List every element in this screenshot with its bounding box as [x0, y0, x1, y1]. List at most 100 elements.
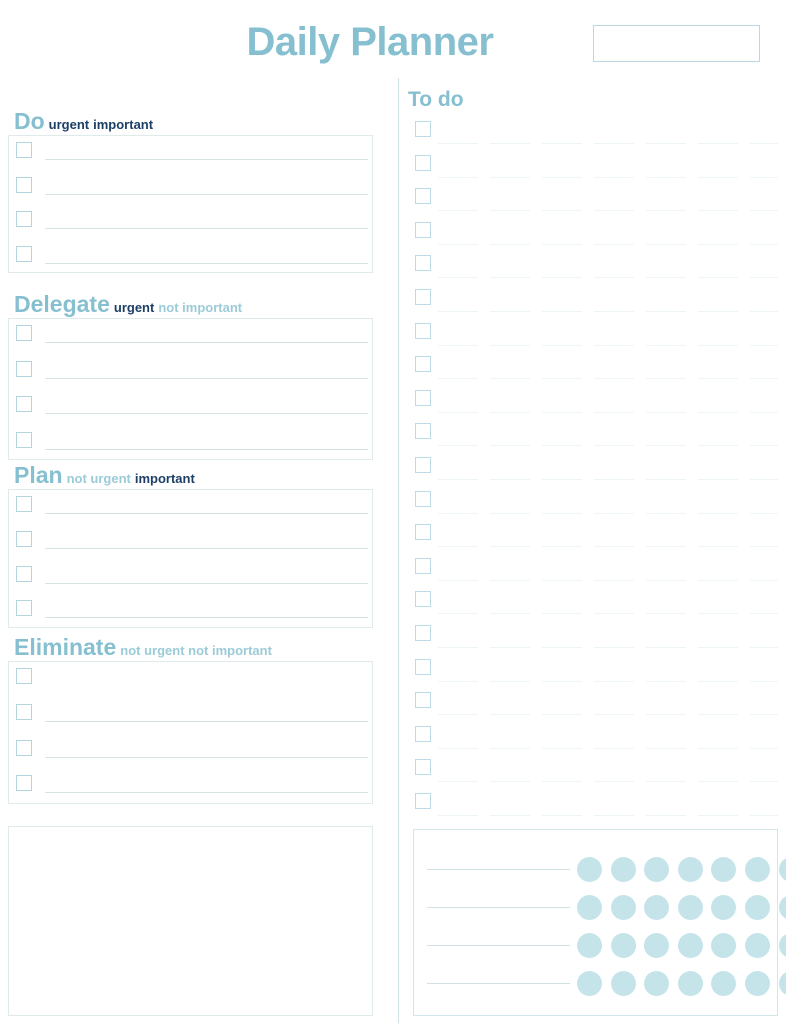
todo-writing-line[interactable]	[438, 512, 778, 514]
checkbox-icon[interactable]	[16, 176, 32, 193]
checkbox-icon[interactable]	[415, 759, 431, 776]
todo-writing-line[interactable]	[438, 277, 778, 279]
tracker-dot[interactable]	[711, 856, 737, 882]
tracker-dot[interactable]	[610, 970, 636, 996]
checkbox-icon[interactable]	[415, 255, 431, 272]
checkbox-icon[interactable]	[415, 188, 431, 205]
notes-box[interactable]	[8, 826, 373, 1016]
checkbox-icon[interactable]	[415, 121, 431, 137]
task-writing-line[interactable]	[45, 720, 368, 722]
checkbox-icon[interactable]	[16, 325, 32, 341]
tracker-dot[interactable]	[744, 894, 770, 920]
checkbox-icon[interactable]	[415, 692, 431, 709]
task-writing-line[interactable]	[45, 228, 368, 229]
tracker-dot[interactable]	[677, 932, 703, 958]
checkbox-icon[interactable]	[16, 142, 32, 158]
date-field[interactable]	[593, 25, 760, 62]
tracker-dot[interactable]	[744, 932, 770, 958]
checkbox-icon[interactable]	[415, 725, 431, 742]
task-writing-line[interactable]	[45, 377, 368, 379]
checkbox-icon[interactable]	[16, 360, 32, 377]
tracker-dot[interactable]	[644, 856, 670, 882]
tracker-dot[interactable]	[577, 970, 602, 996]
tracker-dot[interactable]	[711, 932, 737, 958]
checkbox-icon[interactable]	[16, 211, 32, 227]
tracker-label-line[interactable]	[427, 945, 570, 946]
tracker-dot[interactable]	[677, 970, 703, 996]
tracker-dot[interactable]	[677, 856, 703, 882]
task-writing-line[interactable]	[45, 582, 368, 584]
checkbox-icon[interactable]	[415, 658, 431, 675]
checkbox-icon[interactable]	[16, 600, 32, 617]
todo-writing-line[interactable]	[438, 310, 778, 312]
todo-writing-line[interactable]	[438, 814, 778, 816]
task-writing-line[interactable]	[45, 756, 368, 758]
tracker-dot[interactable]	[744, 970, 770, 996]
tracker-dot[interactable]	[778, 894, 786, 920]
tracker-dot[interactable]	[744, 856, 770, 882]
tracker-dot[interactable]	[610, 856, 636, 882]
todo-writing-line[interactable]	[438, 613, 778, 615]
todo-writing-line[interactable]	[438, 546, 778, 548]
tracker-dot[interactable]	[577, 856, 602, 882]
todo-writing-line[interactable]	[438, 176, 778, 178]
checkbox-icon[interactable]	[415, 154, 431, 171]
checkbox-icon[interactable]	[415, 490, 431, 507]
task-writing-line[interactable]	[45, 342, 368, 343]
checkbox-icon[interactable]	[415, 456, 431, 473]
todo-writing-line[interactable]	[438, 680, 778, 682]
tracker-dot[interactable]	[677, 894, 703, 920]
task-writing-line[interactable]	[45, 262, 368, 264]
checkbox-icon[interactable]	[16, 530, 32, 547]
checkbox-icon[interactable]	[415, 423, 431, 440]
todo-writing-line[interactable]	[438, 378, 778, 380]
tracker-dot[interactable]	[610, 932, 636, 958]
todo-writing-line[interactable]	[438, 210, 778, 212]
tracker-label-line[interactable]	[427, 869, 570, 870]
tracker-label-line[interactable]	[427, 907, 570, 908]
todo-writing-line[interactable]	[438, 411, 778, 413]
checkbox-icon[interactable]	[415, 288, 431, 305]
task-writing-line[interactable]	[45, 413, 368, 414]
checkbox-icon[interactable]	[415, 524, 431, 541]
tracker-dot[interactable]	[610, 894, 636, 920]
tracker-label-line[interactable]	[427, 983, 570, 984]
checkbox-icon[interactable]	[16, 565, 32, 582]
checkbox-icon[interactable]	[415, 792, 431, 809]
tracker-dot[interactable]	[778, 932, 786, 958]
task-writing-line[interactable]	[45, 617, 368, 619]
tracker-dot[interactable]	[711, 894, 737, 920]
checkbox-icon[interactable]	[16, 668, 32, 684]
checkbox-icon[interactable]	[16, 703, 32, 720]
tracker-dot[interactable]	[644, 970, 670, 996]
task-writing-line[interactable]	[45, 547, 368, 549]
checkbox-icon[interactable]	[16, 396, 32, 412]
checkbox-icon[interactable]	[16, 739, 32, 756]
task-writing-line[interactable]	[45, 513, 368, 514]
todo-writing-line[interactable]	[438, 143, 778, 144]
checkbox-icon[interactable]	[415, 221, 431, 238]
tracker-dot[interactable]	[577, 894, 602, 920]
todo-writing-line[interactable]	[438, 714, 778, 716]
checkbox-icon[interactable]	[16, 431, 32, 448]
tracker-dot[interactable]	[778, 970, 786, 996]
todo-writing-line[interactable]	[438, 747, 778, 749]
checkbox-icon[interactable]	[16, 775, 32, 792]
tracker-dot[interactable]	[644, 894, 670, 920]
task-writing-line[interactable]	[45, 448, 368, 450]
task-writing-line[interactable]	[45, 792, 368, 794]
todo-writing-line[interactable]	[438, 646, 778, 648]
todo-writing-line[interactable]	[438, 445, 778, 447]
checkbox-icon[interactable]	[415, 356, 431, 373]
todo-writing-line[interactable]	[438, 344, 778, 346]
task-writing-line[interactable]	[45, 159, 368, 160]
checkbox-icon[interactable]	[415, 624, 431, 641]
todo-writing-line[interactable]	[438, 781, 778, 783]
checkbox-icon[interactable]	[16, 245, 32, 262]
checkbox-icon[interactable]	[415, 557, 431, 574]
task-writing-line[interactable]	[45, 193, 368, 195]
checkbox-icon[interactable]	[16, 496, 32, 512]
tracker-dot[interactable]	[644, 932, 670, 958]
tracker-dot[interactable]	[711, 970, 737, 996]
todo-writing-line[interactable]	[438, 243, 778, 245]
